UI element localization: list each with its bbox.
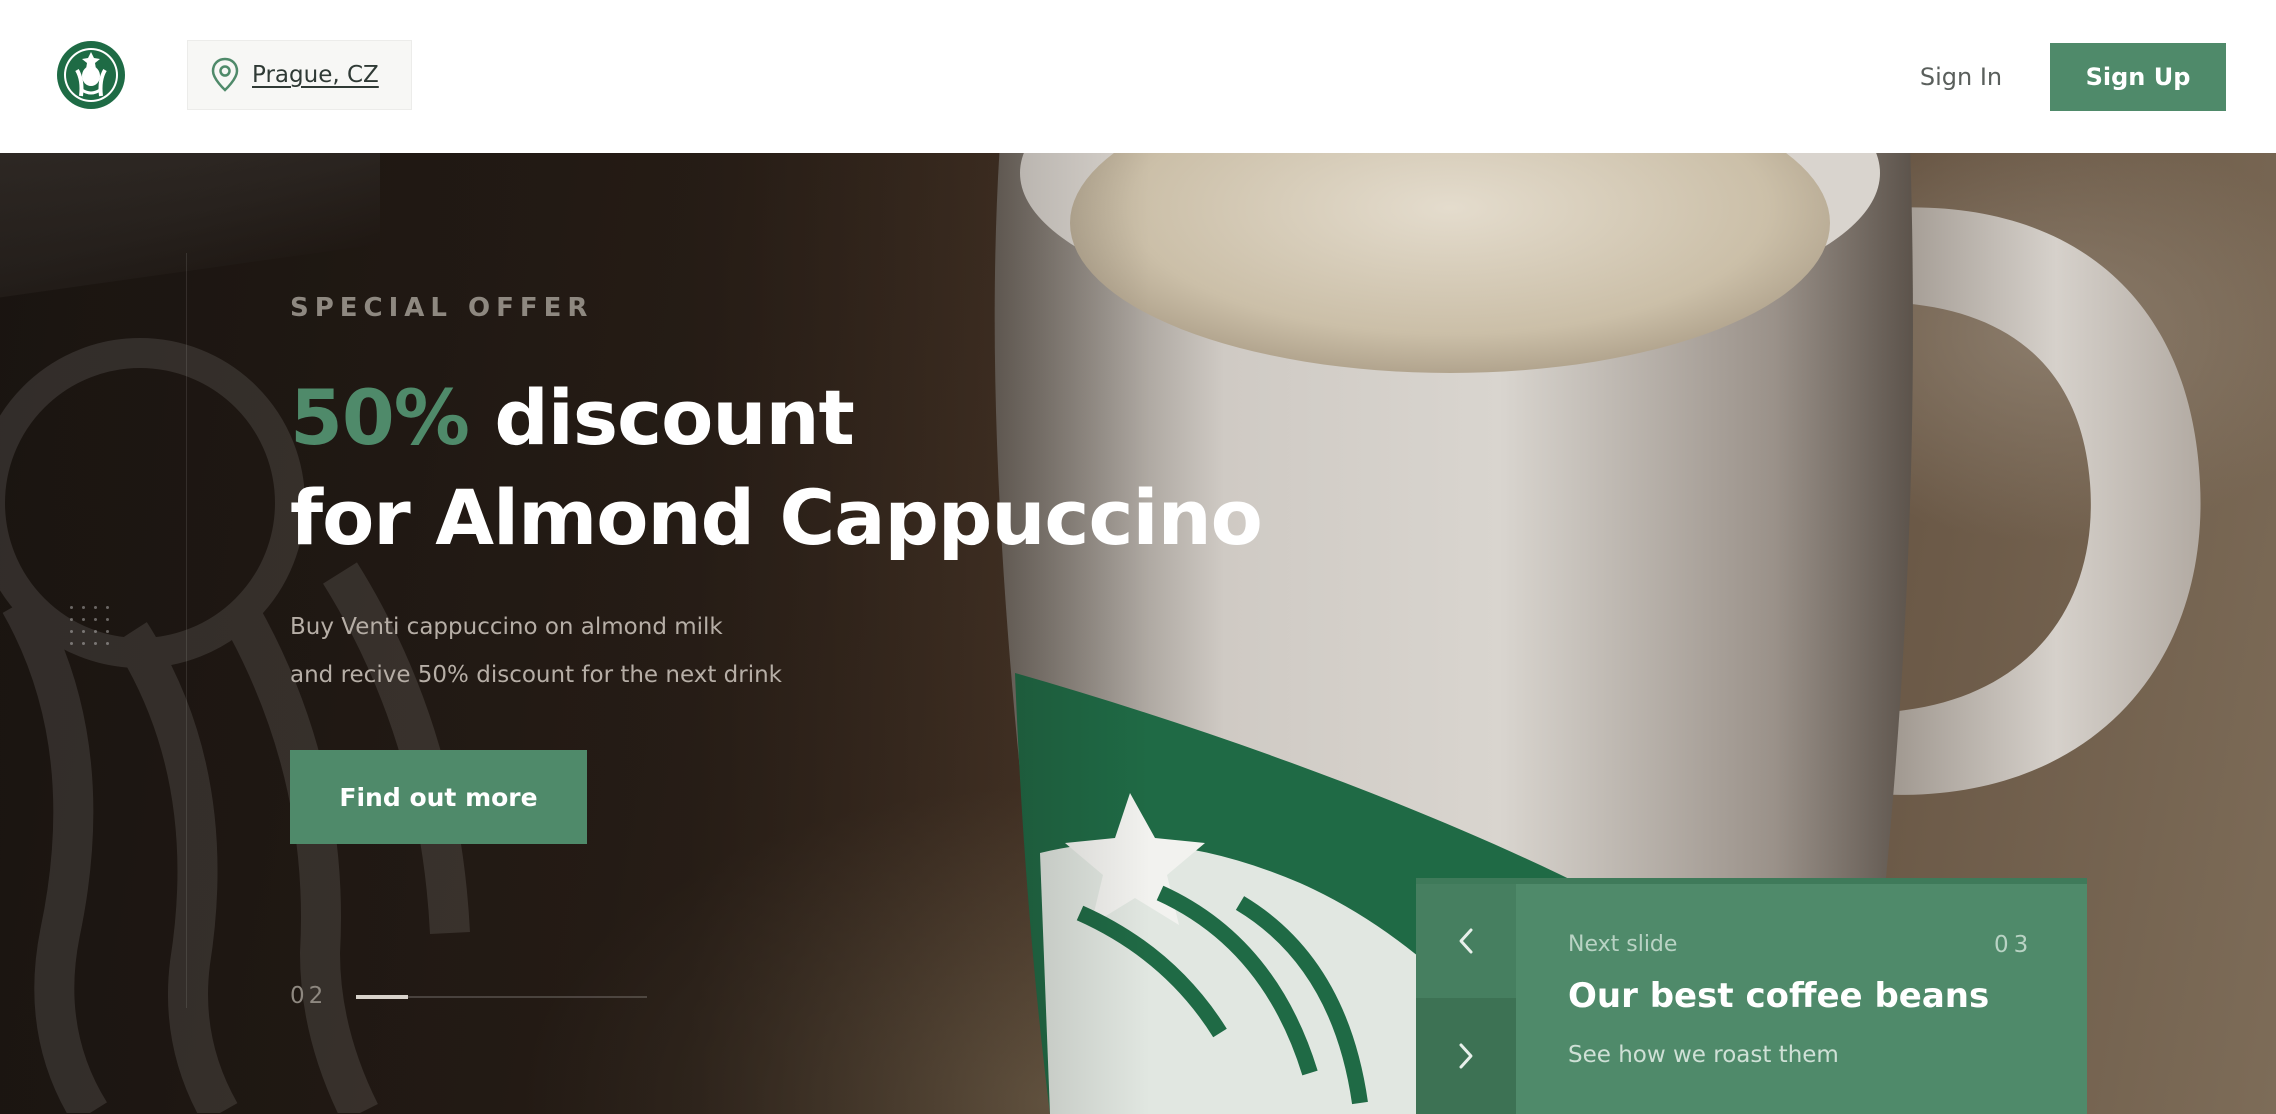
next-slide-subtitle: See how we roast them bbox=[1568, 1042, 1839, 1068]
map-pin-icon bbox=[211, 57, 239, 92]
hero-description: Buy Venti cappuccino on almond milk and … bbox=[290, 603, 990, 699]
next-slide-title[interactable]: Our best coffee beans bbox=[1568, 976, 1989, 1016]
vertical-divider bbox=[186, 253, 187, 1008]
starbucks-logo-icon[interactable] bbox=[56, 40, 126, 110]
offer-eyebrow: SPECIAL OFFER bbox=[290, 293, 594, 323]
headline-line1-rest: discount bbox=[468, 373, 854, 462]
location-city-label[interactable]: Prague, CZ bbox=[252, 62, 379, 88]
top-navigation-bar: Prague, CZ Sign In Sign Up bbox=[0, 0, 2276, 153]
find-out-more-button[interactable]: Find out more bbox=[290, 750, 587, 844]
next-slide-card[interactable]: Next slide 03 Our best coffee beans See … bbox=[1416, 878, 2087, 1114]
hero-banner: SPECIAL OFFER 50% discount for Almond Ca… bbox=[0, 153, 2276, 1114]
slide-progress-bar[interactable] bbox=[356, 995, 647, 999]
sign-in-link[interactable]: Sign In bbox=[1900, 55, 2022, 99]
sign-up-button[interactable]: Sign Up bbox=[2050, 43, 2226, 111]
location-selector[interactable]: Prague, CZ bbox=[187, 40, 412, 110]
current-slide-number: 02 bbox=[290, 983, 328, 1009]
chevron-right-icon bbox=[1459, 1043, 1473, 1069]
headline-line2: for Almond Cappuccino bbox=[290, 473, 1263, 562]
slide-progress-fill bbox=[356, 995, 409, 999]
dot-grid-decoration bbox=[70, 606, 118, 654]
next-slide-index: 03 bbox=[1994, 932, 2034, 958]
description-line1: Buy Venti cappuccino on almond milk bbox=[290, 614, 723, 640]
chevron-left-icon bbox=[1459, 928, 1473, 954]
hero-headline: 50% discount for Almond Cappuccino bbox=[290, 368, 1290, 568]
previous-slide-button[interactable] bbox=[1416, 884, 1516, 998]
next-slide-label: Next slide bbox=[1568, 932, 1678, 957]
description-line2: and recive 50% discount for the next dri… bbox=[290, 662, 782, 688]
next-slide-button[interactable] bbox=[1416, 998, 1516, 1114]
headline-accent: 50% bbox=[290, 373, 470, 462]
